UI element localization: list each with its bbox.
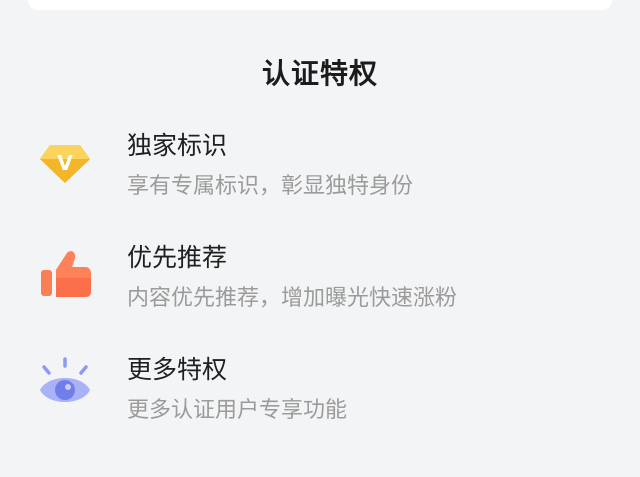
diamond-v-icon: V [36, 132, 94, 190]
privilege-description: 更多认证用户专享功能 [127, 398, 348, 423]
privilege-description: 享有专属标识，彰显独特身份 [127, 174, 414, 199]
thumbs-up-icon [36, 244, 94, 302]
top-card [28, 0, 612, 10]
privilege-item-more: 更多特权 更多认证用户专享功能 [0, 350, 640, 450]
privilege-item-priority-recommend: 优先推荐 内容优先推荐，增加曝光快速涨粉 [0, 238, 640, 338]
privilege-name: 优先推荐 [127, 243, 228, 272]
privilege-item-exclusive-badge: V 独家标识 享有专属标识，彰显独特身份 [0, 126, 640, 226]
privilege-name: 独家标识 [127, 131, 228, 160]
eye-icon [36, 356, 94, 414]
section-title: 认证特权 [261, 57, 378, 90]
badge-letter: V [57, 151, 73, 175]
privilege-name: 更多特权 [127, 355, 228, 384]
privilege-description: 内容优先推荐，增加曝光快速涨粉 [127, 286, 458, 311]
